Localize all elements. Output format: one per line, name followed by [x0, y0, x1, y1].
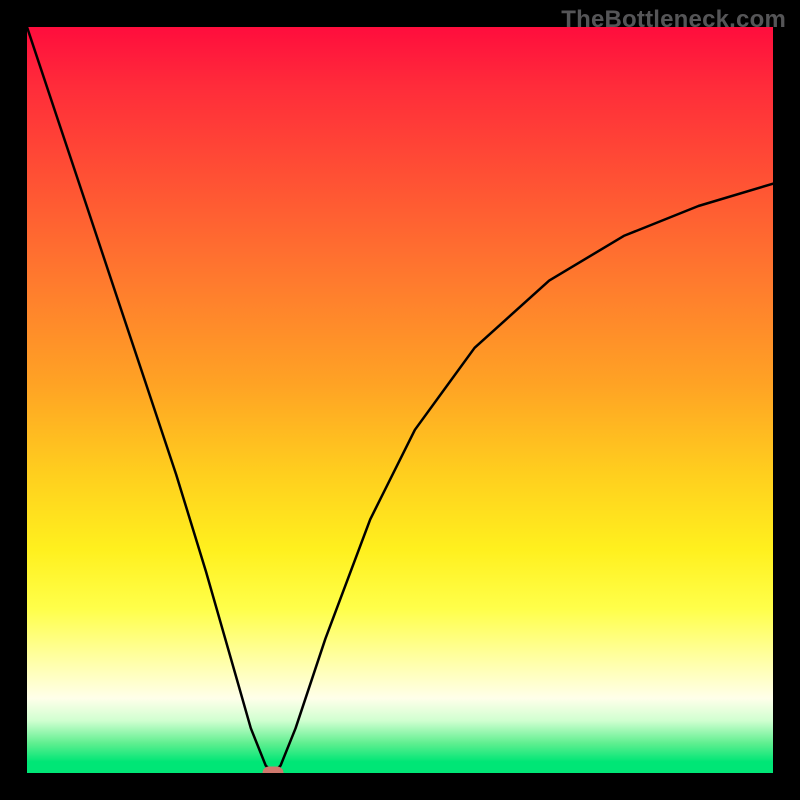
plot-area — [27, 27, 773, 773]
curve-layer — [27, 27, 773, 773]
chart-frame: TheBottleneck.com — [0, 0, 800, 800]
optimal-point-marker — [263, 767, 284, 774]
bottleneck-curve — [27, 27, 773, 773]
watermark-label: TheBottleneck.com — [561, 6, 786, 34]
